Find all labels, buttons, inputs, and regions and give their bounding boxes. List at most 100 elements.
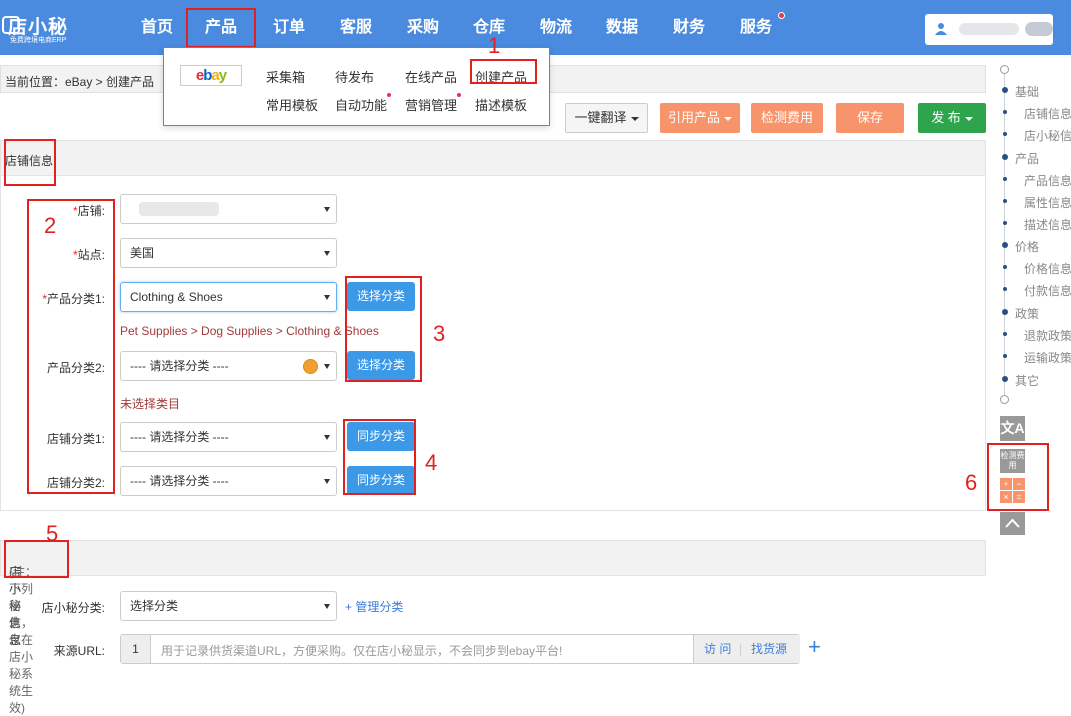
nav-services[interactable]: 服务 [736, 0, 776, 55]
chevron-down-icon [324, 479, 330, 484]
anchor-product[interactable]: 产品 [1015, 150, 1039, 167]
shop-category1-select[interactable]: ---- 请选择分类 ---- [120, 422, 337, 452]
source-url-input[interactable]: 用于记录供货渠道URL，方便采购。仅在店小秘显示，不会同步到ebay平台! [161, 642, 562, 659]
add-url-icon[interactable]: + [808, 636, 821, 658]
anchor-subdot [1003, 177, 1007, 181]
manage-category-link[interactable]: + 管理分类 [345, 598, 403, 615]
caret-down-icon [964, 116, 973, 121]
store-select[interactable] [120, 194, 337, 224]
anchor-product-info[interactable]: 产品信息 [1024, 172, 1071, 189]
user-extra-blurred [1025, 22, 1053, 36]
dxm-category-select[interactable]: 选择分类 [120, 591, 337, 621]
site-select[interactable]: 美国 [120, 238, 337, 268]
store-name-blurred [139, 202, 219, 216]
anchor-subdot [1003, 354, 1007, 358]
anchor-dot [1002, 242, 1008, 248]
translate-icon[interactable]: 文A [1000, 416, 1025, 441]
menu-online-products[interactable]: 在线产品 [405, 67, 457, 86]
check-fee-button[interactable]: 检测费用 [751, 103, 823, 133]
right-anchor-nav: 基础 店铺信息 店小秘信 产品 产品信息 属性信息 描述信息 价格 价格信息 付… [986, 55, 1071, 667]
nav-data[interactable]: 数据 [602, 0, 642, 55]
coin-icon [303, 359, 318, 374]
notification-dot [778, 12, 785, 19]
anchor-subdot [1003, 265, 1007, 269]
breadcrumb-path: eBay > 创建产品 [65, 75, 155, 89]
dxm-category-label: 店小秘分类: [41, 601, 105, 615]
annotation-box-fee-tools [987, 443, 1049, 511]
find-source-link[interactable]: 找货源 [751, 635, 787, 663]
anchor-dot [1002, 87, 1008, 93]
anchor-attr-info[interactable]: 属性信息 [1024, 194, 1071, 211]
brand-tagline: 免费跨境电商ERP [10, 37, 67, 44]
anchor-price-info[interactable]: 价格信息 [1024, 260, 1071, 277]
annotation-number-5: 5 [46, 521, 59, 546]
visit-link[interactable]: 访 问 [704, 635, 731, 663]
user-icon [935, 23, 947, 35]
annotation-box-dxm-title [4, 540, 69, 578]
category1-select[interactable]: Clothing & Shoes [120, 282, 337, 312]
chevron-up-icon [1005, 518, 1020, 528]
anchor-dot [1002, 376, 1008, 382]
anchor-policy[interactable]: 政策 [1015, 305, 1039, 322]
anchor-subdot [1003, 332, 1007, 336]
annotation-box-labels [27, 199, 115, 494]
anchor-shipping-policy[interactable]: 运输政策 [1024, 349, 1071, 366]
category2-select[interactable]: ---- 请选择分类 ---- [120, 351, 337, 381]
anchor-other[interactable]: 其它 [1015, 372, 1039, 389]
chevron-down-icon [324, 435, 330, 440]
username-blurred [959, 23, 1019, 35]
annotation-box-nav-product [186, 8, 256, 48]
anchor-dot [1002, 154, 1008, 160]
ebay-platform-tab[interactable]: ebay [180, 65, 242, 86]
menu-marketing[interactable]: 营销管理 [405, 95, 457, 114]
chevron-down-icon [324, 207, 330, 212]
menu-auto-functions[interactable]: 自动功能 [335, 95, 387, 114]
menu-collect-box[interactable]: 采集箱 [266, 67, 305, 86]
anchor-payment-info[interactable]: 付款信息 [1024, 282, 1071, 299]
chevron-down-icon [324, 604, 330, 609]
save-button[interactable]: 保存 [836, 103, 904, 133]
anchor-subdot [1003, 110, 1007, 114]
annotation-box-store-title [4, 139, 56, 186]
anchor-subdot [1003, 132, 1007, 136]
caret-down-icon [724, 116, 732, 121]
anchor-basic[interactable]: 基础 [1015, 83, 1039, 100]
caret-down-icon [630, 116, 639, 121]
annotation-number-1: 1 [488, 33, 501, 58]
anchor-dot [1002, 309, 1008, 315]
store-info-header: 店铺信息 [0, 140, 986, 176]
shop-category2-select[interactable]: ---- 请选择分类 ---- [120, 466, 337, 496]
anchor-subdot [1003, 199, 1007, 203]
anchor-desc-info[interactable]: 描述信息 [1024, 216, 1071, 233]
anchor-subdot [1003, 221, 1007, 225]
scroll-top-button[interactable] [1000, 512, 1025, 535]
anchor-price[interactable]: 价格 [1015, 238, 1039, 255]
category2-empty-hint: 未选择类目 [120, 397, 181, 411]
cite-product-button[interactable]: 引用产品 [660, 103, 740, 133]
annotation-number-6: 6 [965, 470, 978, 495]
anchor-store-info[interactable]: 店铺信息 [1024, 105, 1071, 122]
divider: | [739, 642, 743, 656]
anchor-subdot [1003, 287, 1007, 291]
annotation-box-sync-buttons [343, 419, 416, 495]
dxm-info-header: 店小秘信息 (注：下列信息，仅在店小秘系统生效) [0, 540, 986, 715]
user-menu[interactable] [925, 14, 1053, 45]
annotation-number-4: 4 [425, 450, 438, 475]
nav-finance[interactable]: 财务 [669, 0, 709, 55]
menu-common-templates[interactable]: 常用模板 [266, 95, 318, 114]
brand-logo[interactable]: 店小秘 免费跨境电商ERP [0, 6, 110, 46]
menu-description-templates[interactable]: 描述模板 [475, 95, 527, 114]
annotation-number-2: 2 [44, 213, 57, 238]
url-actions: 访 问 | 找货源 [693, 635, 800, 663]
category1-path: Pet Supplies > Dog Supplies > Clothing &… [120, 324, 379, 338]
breadcrumb-label: 当前位置： [5, 75, 66, 89]
source-url-group: 1 用于记录供货渠道URL，方便采购。仅在店小秘显示，不会同步到ebay平台! … [120, 634, 800, 664]
anchor-refund-policy[interactable]: 退款政策 [1024, 327, 1071, 344]
annotation-number-3: 3 [433, 321, 446, 346]
annotation-box-choose-buttons [345, 276, 422, 382]
translate-button[interactable]: 一键翻译 [565, 103, 648, 133]
anchor-dxm-info[interactable]: 店小秘信 [1024, 127, 1071, 144]
menu-pending-publish[interactable]: 待发布 [335, 67, 374, 86]
publish-button[interactable]: 发 布 [918, 103, 986, 133]
chevron-down-icon [324, 295, 330, 300]
